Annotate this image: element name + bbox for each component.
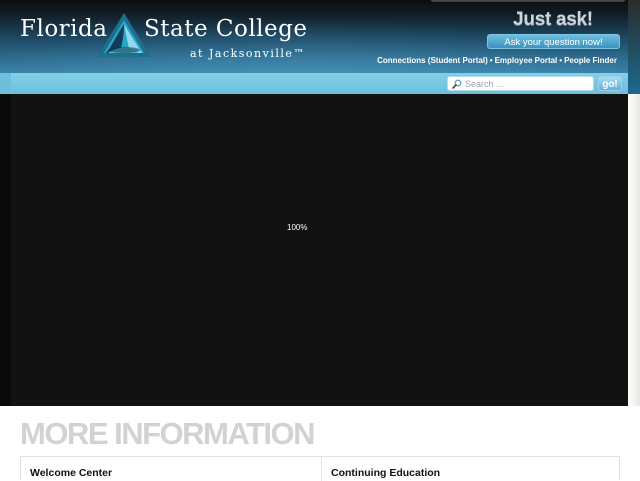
logo-subtitle: at Jacksonville™ <box>190 47 306 60</box>
slideshow-loading-indicator: 100% <box>287 223 308 232</box>
right-edge-strip <box>628 0 640 94</box>
page-right-edge <box>628 0 640 480</box>
utility-links: Connections (Student Portal) • Employee Po… <box>377 56 617 65</box>
link-separator: • <box>559 56 563 65</box>
right-edge-shade <box>628 94 640 406</box>
slideshow[interactable]: 100% <box>11 94 628 406</box>
logo-word-state-college: State College <box>144 16 308 42</box>
more-information-title: MORE INFORMATION <box>20 416 316 451</box>
logo-word-florida: Florida <box>20 16 108 42</box>
top-tab <box>430 0 626 2</box>
search-go-button[interactable]: go! <box>598 76 622 91</box>
continuing-education-heading[interactable]: Continuing Education <box>331 467 440 479</box>
info-column: Welcome Center <box>21 457 322 481</box>
site-header: Florida State College at Jacksonville™ J… <box>0 0 628 73</box>
link-separator: • <box>489 56 493 65</box>
search-bar: go! <box>11 73 628 94</box>
search-box[interactable] <box>447 76 594 91</box>
search-input[interactable] <box>465 77 591 90</box>
left-edge-strip <box>0 73 11 406</box>
site-logo[interactable]: Florida State College at Jacksonville™ <box>20 12 307 64</box>
ask-question-button[interactable]: Ask your question now! <box>487 34 620 49</box>
more-information-grid: Welcome Center Continuing Education <box>20 456 620 481</box>
left-edge-cap <box>0 73 11 94</box>
just-ask-title: Just ask! <box>513 9 593 30</box>
employee-portal-link[interactable]: Employee Portal <box>495 56 558 65</box>
welcome-center-heading[interactable]: Welcome Center <box>30 467 112 479</box>
search-icon <box>452 79 462 89</box>
info-column: Continuing Education <box>322 457 620 481</box>
people-finder-link[interactable]: People Finder <box>564 56 617 65</box>
connections-link[interactable]: Connections (Student Portal) <box>377 56 488 65</box>
